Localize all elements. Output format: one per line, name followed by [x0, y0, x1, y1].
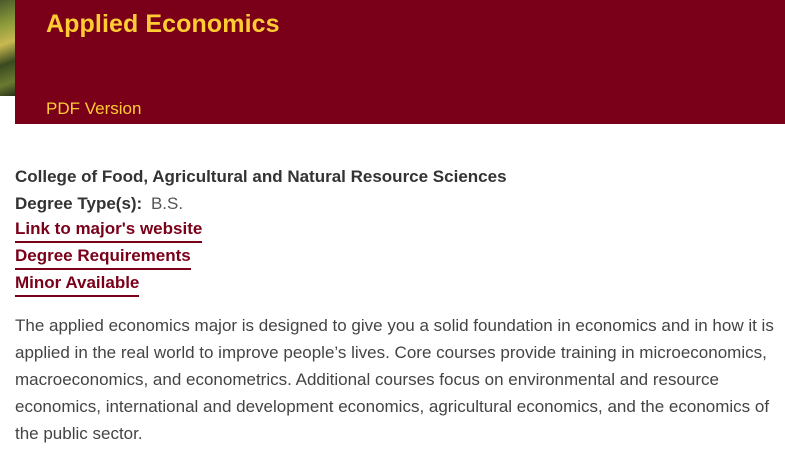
degree-type-value: B.S.	[150, 194, 184, 213]
page-banner: Applied Economics PDF Version	[15, 0, 785, 124]
page: Applied Economics PDF Version College of…	[0, 0, 785, 463]
degree-requirements-link[interactable]: Degree Requirements	[15, 246, 191, 270]
degree-type-label: Degree Type(s):	[15, 194, 143, 213]
college-name: College of Food, Agricultural and Natura…	[15, 167, 507, 186]
minor-available-link[interactable]: Minor Available	[15, 273, 140, 297]
pdf-version-link[interactable]: PDF Version	[46, 99, 141, 119]
program-details: College of Food, Agricultural and Natura…	[15, 165, 780, 447]
major-website-link[interactable]: Link to major's website	[15, 219, 203, 243]
degree-type-row: Degree Type(s): B.S.	[15, 192, 780, 219]
program-description: The applied economics major is designed …	[15, 316, 774, 443]
page-title: Applied Economics	[46, 10, 280, 38]
hero-image	[0, 0, 15, 96]
